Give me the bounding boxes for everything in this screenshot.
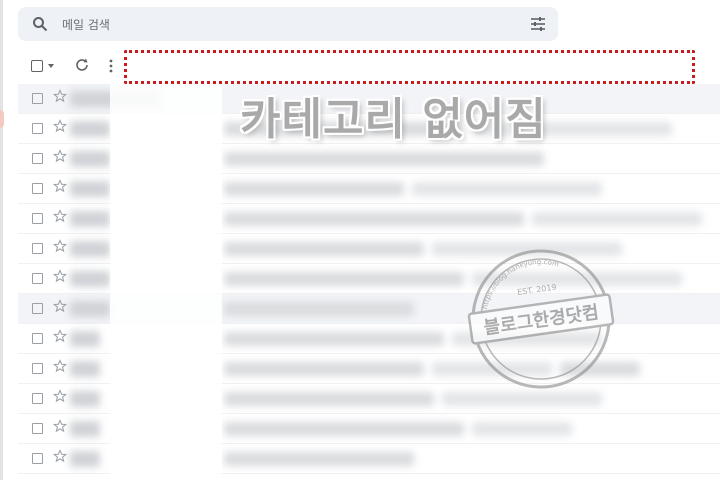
search-icon[interactable] [32,16,48,32]
blurred-sender [70,421,100,437]
row-checkbox[interactable] [32,333,43,344]
blurred-snippet [224,302,414,316]
row-checkbox[interactable] [32,183,43,194]
blurred-sender [70,271,110,287]
blurred-snippet [224,362,424,376]
star-icon[interactable] [53,119,67,133]
star-icon[interactable] [53,449,67,463]
row-checkbox[interactable] [32,393,43,404]
star-icon[interactable] [53,149,67,163]
more-vert-icon[interactable] [106,57,116,75]
blurred-snippet [412,182,602,196]
search-input[interactable] [60,13,504,37]
side-panel-indicator [0,110,4,128]
star-icon[interactable] [53,209,67,223]
blurred-sender [70,181,110,197]
row-checkbox[interactable] [32,93,43,104]
blurred-sender [70,151,110,167]
row-checkbox[interactable] [32,363,43,374]
blur-gap [110,84,222,480]
star-icon[interactable] [53,179,67,193]
blurred-snippet [224,242,424,256]
blurred-snippet [224,212,524,226]
side-panel-edge [0,0,3,480]
search-bar[interactable] [18,7,558,41]
row-checkbox[interactable] [32,243,43,254]
blurred-snippet [224,422,464,436]
blurred-sender [70,211,110,227]
blurred-sender [70,241,110,257]
blurred-snippet [224,152,544,166]
star-icon[interactable] [53,299,67,313]
checkbox-icon[interactable] [31,60,43,72]
tune-icon[interactable] [530,16,546,32]
row-checkbox[interactable] [32,453,43,464]
row-checkbox[interactable] [32,303,43,314]
row-checkbox[interactable] [32,423,43,434]
caret-down-icon[interactable] [48,64,54,68]
blurred-snippet [224,182,404,196]
annotation-caption: 카테고리 없어짐 [240,94,547,145]
row-checkbox[interactable] [32,123,43,134]
blurred-sender [70,451,100,467]
blurred-sender [70,361,100,377]
blog-stamp-watermark: https://blog.hankyung.com EST. 2019 블로그한… [467,249,615,389]
blurred-sender [70,121,110,137]
row-checkbox[interactable] [32,273,43,284]
row-checkbox[interactable] [32,153,43,164]
star-icon[interactable] [53,269,67,283]
blurred-snippet [472,422,572,436]
blurred-sender [70,391,100,407]
refresh-icon[interactable] [74,57,90,73]
blurred-sender [70,301,110,317]
row-checkbox[interactable] [32,213,43,224]
category-tabs-highlight [124,50,695,84]
star-icon[interactable] [53,89,67,103]
blurred-snippet [224,392,434,406]
star-icon[interactable] [53,389,67,403]
blurred-snippet [224,332,444,346]
blurred-snippet [532,212,702,226]
star-icon[interactable] [53,329,67,343]
star-icon[interactable] [53,359,67,373]
blurred-snippet [224,452,414,466]
blurred-sender [70,331,100,347]
star-icon[interactable] [53,419,67,433]
stamp-est-text: EST. 2019 [517,283,557,297]
star-icon[interactable] [53,239,67,253]
blurred-snippet [224,272,464,286]
